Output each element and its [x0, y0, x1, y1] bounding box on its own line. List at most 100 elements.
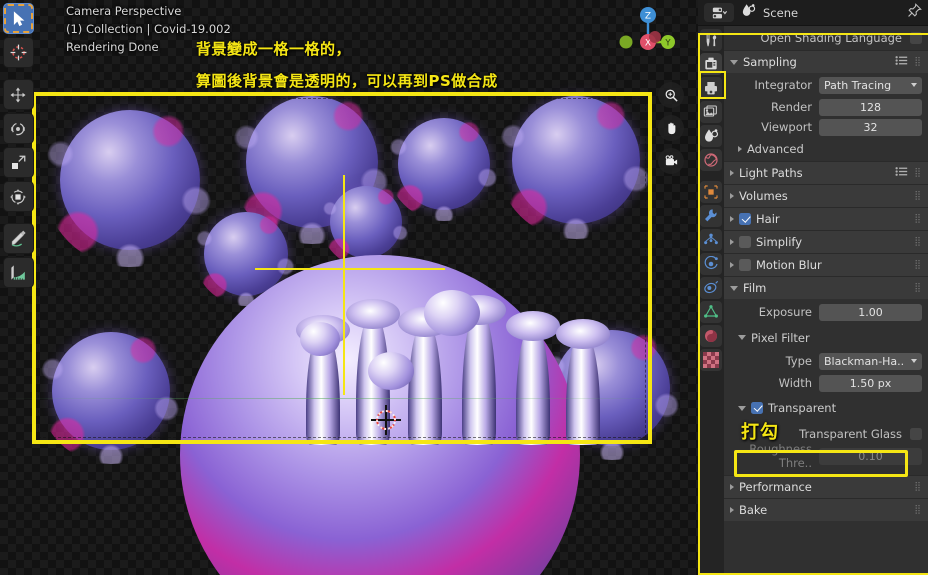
drag-grip-icon[interactable]: ⣿ — [914, 58, 922, 67]
chevron-right-icon — [730, 262, 734, 268]
drag-grip-icon[interactable]: ⣿ — [914, 238, 922, 247]
drag-grip-icon[interactable]: ⣿ — [914, 506, 922, 515]
drag-grip-icon[interactable]: ⣿ — [914, 261, 922, 270]
chevron-right-icon — [730, 239, 734, 245]
drag-grip-icon[interactable]: ⣿ — [914, 169, 922, 178]
filter-type-dropdown[interactable]: Blackman-Ha.. — [819, 352, 922, 370]
integrator-row[interactable]: Integrator Path Tracing — [724, 73, 928, 97]
viewport-samples-field[interactable]: 32 — [819, 118, 922, 136]
properties-panel-body[interactable]: Open Shading Language Sampling ⣿ Integra… — [724, 26, 928, 575]
motion-blur-panel-header[interactable]: Motion Blur ⣿ — [724, 253, 928, 276]
chevron-right-icon — [730, 484, 734, 490]
object-tab[interactable] — [700, 181, 722, 203]
rotate-tool[interactable] — [2, 113, 34, 144]
transparent-glass-checkbox[interactable] — [910, 427, 922, 440]
viewport-collection-object: (1) Collection | Covid-19.002 — [66, 21, 231, 36]
scene-name-label: Scene — [763, 5, 799, 20]
osl-row[interactable]: Open Shading Language — [724, 26, 928, 50]
scale-tool[interactable] — [2, 147, 34, 178]
camera-icon[interactable] — [658, 148, 684, 174]
transform-tool[interactable] — [2, 181, 34, 212]
drag-grip-icon[interactable]: ⣿ — [914, 192, 922, 201]
editor-type-button[interactable] — [704, 3, 734, 22]
advanced-subpanel-header[interactable]: Advanced — [724, 137, 928, 161]
hand-icon[interactable] — [658, 115, 684, 141]
preset-icon[interactable] — [895, 166, 908, 180]
simplify-panel-header[interactable]: Simplify ⣿ — [724, 230, 928, 253]
3d-viewport[interactable]: Camera Perspective (1) Collection | Covi… — [0, 0, 698, 575]
chevron-right-icon — [730, 507, 734, 513]
move-tool[interactable] — [2, 79, 34, 110]
simplify-label: Simplify — [756, 235, 803, 249]
render-samples-label: Render — [771, 100, 812, 114]
light-paths-panel-header[interactable]: Light Paths ⣿ — [724, 161, 928, 184]
zoom-icon[interactable] — [658, 82, 684, 108]
bake-panel-header[interactable]: Bake ⣿ — [724, 498, 928, 521]
navigation-gizmo[interactable]: X Z Y — [604, 4, 676, 62]
annotation-check-it: 打勾 — [741, 422, 779, 443]
viewport-samples-row[interactable]: Viewport 32 — [724, 117, 928, 137]
modifier-tab[interactable] — [700, 205, 722, 227]
tweak-select-tool[interactable] — [2, 3, 34, 34]
pixel-filter-subpanel-header[interactable]: Pixel Filter — [724, 325, 928, 350]
roughness-threshold-label: Roughness Thre.. — [749, 442, 812, 470]
viewport-samples-label: Viewport — [761, 120, 812, 134]
motion-blur-checkbox[interactable] — [739, 259, 751, 271]
properties-tab-column[interactable] — [698, 26, 724, 575]
viewport-view-name: Camera Perspective — [66, 4, 182, 18]
exposure-field[interactable]: 1.00 — [819, 303, 922, 321]
measure-tool[interactable] — [2, 257, 34, 288]
crosshair-horizontal-annotation — [255, 268, 445, 270]
svg-text:Y: Y — [664, 38, 671, 48]
exposure-row[interactable]: Exposure 1.00 — [724, 299, 928, 325]
particles-tab[interactable] — [700, 229, 722, 251]
filter-width-field[interactable]: 1.50 px — [819, 374, 922, 392]
annotate-tool[interactable] — [2, 223, 34, 254]
drag-grip-icon[interactable]: ⣿ — [914, 284, 922, 293]
filter-type-row[interactable]: Type Blackman-Ha.. — [724, 350, 928, 372]
integrator-label: Integrator — [754, 78, 812, 92]
chevron-right-icon — [730, 216, 734, 222]
cursor-tool[interactable] — [2, 37, 34, 68]
film-panel-header[interactable]: Film ⣿ — [724, 276, 928, 299]
performance-panel-header[interactable]: Performance ⣿ — [724, 475, 928, 498]
chevron-right-icon — [730, 170, 734, 176]
svg-text:Z: Z — [645, 12, 651, 22]
scene-tab[interactable] — [700, 125, 722, 147]
osl-checkbox[interactable] — [910, 32, 922, 44]
annotation-text-line2: 算圖後背景會是透明的，可以再到PS做合成 — [196, 72, 498, 90]
integrator-dropdown[interactable]: Path Tracing — [819, 76, 922, 94]
sampling-title: Sampling — [743, 55, 797, 69]
chevron-down-icon — [730, 59, 738, 65]
pin-icon[interactable] — [907, 3, 922, 22]
hair-panel-header[interactable]: Hair ⣿ — [724, 207, 928, 230]
render-tab[interactable] — [700, 53, 722, 75]
drag-grip-icon[interactable]: ⣿ — [914, 215, 922, 224]
filter-width-row[interactable]: Width 1.50 px — [724, 372, 928, 394]
constraints-tab[interactable] — [700, 277, 722, 299]
render-samples-row[interactable]: Render 128 — [724, 97, 928, 117]
physics-tab[interactable] — [700, 253, 722, 275]
viewport-nav-buttons[interactable] — [658, 82, 684, 174]
pixel-filter-label: Pixel Filter — [751, 330, 810, 345]
simplify-checkbox[interactable] — [739, 236, 751, 248]
tool-tab[interactable] — [700, 29, 722, 51]
hair-checkbox[interactable] — [739, 213, 751, 225]
volumes-label: Volumes — [739, 189, 788, 203]
material-tab[interactable] — [700, 325, 722, 347]
viewport-toolbar[interactable] — [0, 0, 36, 291]
transparent-checkbox[interactable] — [751, 402, 763, 414]
render-samples-field[interactable]: 128 — [819, 98, 922, 116]
data-tab[interactable] — [700, 301, 722, 323]
chevron-down-icon — [730, 285, 738, 291]
volumes-panel-header[interactable]: Volumes ⣿ — [724, 184, 928, 207]
drag-grip-icon[interactable]: ⣿ — [914, 483, 922, 492]
output-tab[interactable] — [700, 77, 722, 99]
view-layer-tab[interactable] — [700, 101, 722, 123]
texture-tab[interactable] — [700, 349, 722, 371]
sampling-panel-header[interactable]: Sampling ⣿ — [724, 50, 928, 73]
world-tab[interactable] — [700, 149, 722, 171]
bake-label: Bake — [739, 503, 768, 517]
integrator-value: Path Tracing — [824, 78, 892, 92]
preset-icon[interactable] — [895, 55, 908, 69]
